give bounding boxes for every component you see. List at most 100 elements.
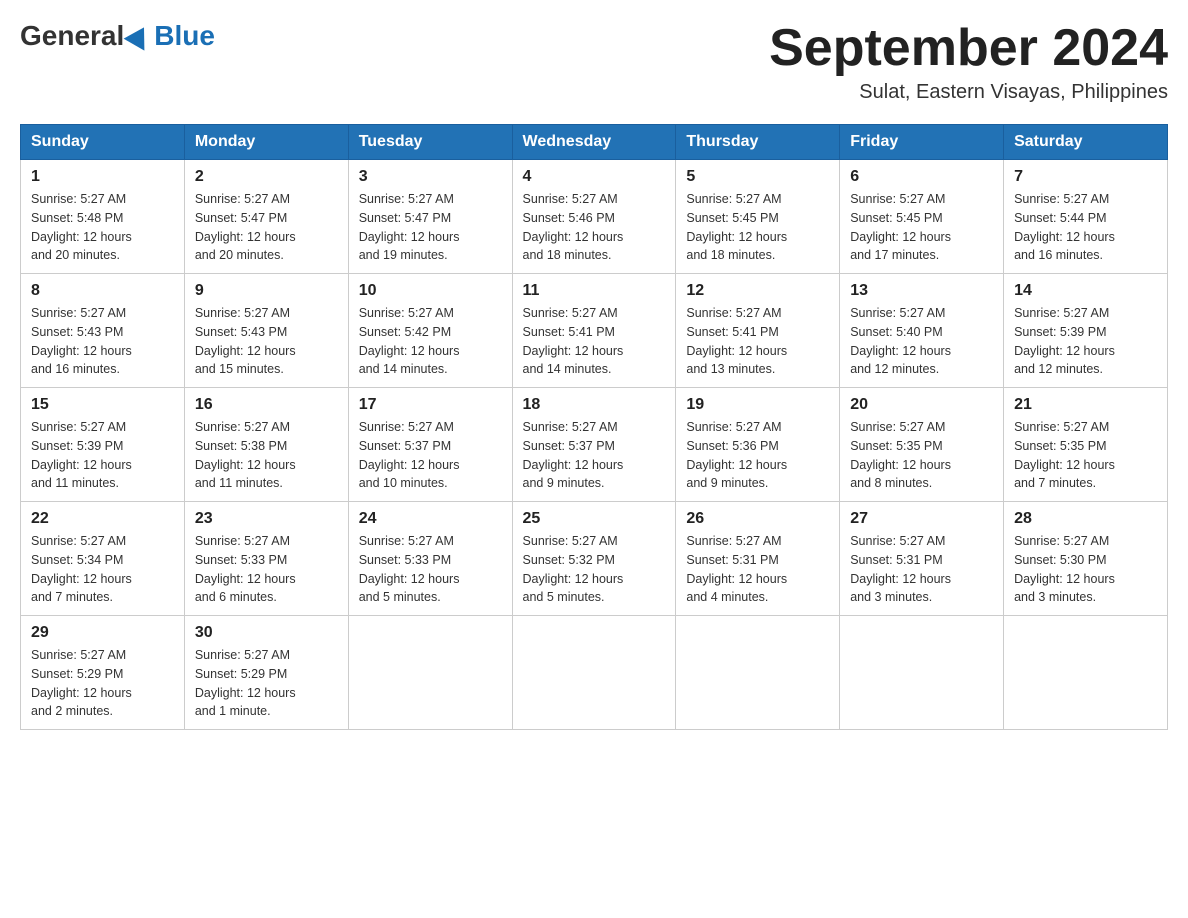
calendar-cell: 18 Sunrise: 5:27 AMSunset: 5:37 PMDayligh… (512, 388, 676, 502)
day-info: Sunrise: 5:27 AMSunset: 5:30 PMDaylight:… (1014, 532, 1157, 607)
calendar-cell: 6Sunrise: 5:27 AMSunset: 5:45 PMDaylight… (840, 160, 1004, 274)
calendar-cell: 22 Sunrise: 5:27 AMSunset: 5:34 PMDayligh… (21, 502, 185, 616)
column-header-sunday: Sunday (21, 125, 185, 160)
calendar-cell: 30 Sunrise: 5:27 AMSunset: 5:29 PMDayligh… (184, 616, 348, 730)
logo: General Blue (20, 20, 215, 52)
day-info: Sunrise: 5:27 AMSunset: 5:33 PMDaylight:… (359, 532, 502, 607)
day-info: Sunrise: 5:27 AMSunset: 5:35 PMDaylight:… (850, 418, 993, 493)
calendar-cell: 10Sunrise: 5:27 AMSunset: 5:42 PMDayligh… (348, 274, 512, 388)
day-number: 26 (686, 510, 829, 528)
calendar-cell (1004, 616, 1168, 730)
day-info: Sunrise: 5:27 AMSunset: 5:45 PMDaylight:… (686, 190, 829, 265)
calendar-cell: 19Sunrise: 5:27 AMSunset: 5:36 PMDayligh… (676, 388, 840, 502)
day-number: 23 (195, 510, 338, 528)
day-info: Sunrise: 5:27 AMSunset: 5:42 PMDaylight:… (359, 304, 502, 379)
calendar-cell (676, 616, 840, 730)
day-number: 30 (195, 624, 338, 642)
logo-blue-text: Blue (154, 20, 215, 52)
day-info: Sunrise: 5:27 AMSunset: 5:29 PMDaylight:… (31, 646, 174, 721)
day-number: 16 (195, 396, 338, 414)
calendar-cell: 26 Sunrise: 5:27 AMSunset: 5:31 PMDayligh… (676, 502, 840, 616)
day-info: Sunrise: 5:27 AMSunset: 5:32 PMDaylight:… (523, 532, 666, 607)
calendar-cell: 11Sunrise: 5:27 AMSunset: 5:41 PMDayligh… (512, 274, 676, 388)
day-number: 18 (523, 396, 666, 414)
calendar-week-row: 15 Sunrise: 5:27 AMSunset: 5:39 PMDayligh… (21, 388, 1168, 502)
day-number: 28 (1014, 510, 1157, 528)
column-header-friday: Friday (840, 125, 1004, 160)
day-info: Sunrise: 5:27 AMSunset: 5:31 PMDaylight:… (686, 532, 829, 607)
day-info: Sunrise: 5:27 AMSunset: 5:41 PMDaylight:… (523, 304, 666, 379)
day-info: Sunrise: 5:27 AMSunset: 5:37 PMDaylight:… (523, 418, 666, 493)
calendar-cell: 14 Sunrise: 5:27 AMSunset: 5:39 PMDayligh… (1004, 274, 1168, 388)
day-info: Sunrise: 5:27 AMSunset: 5:35 PMDaylight:… (1014, 418, 1157, 493)
calendar-cell: 1 Sunrise: 5:27 AMSunset: 5:48 PMDaylight… (21, 160, 185, 274)
day-info: Sunrise: 5:27 AMSunset: 5:45 PMDaylight:… (850, 190, 993, 265)
calendar-cell: 13Sunrise: 5:27 AMSunset: 5:40 PMDayligh… (840, 274, 1004, 388)
calendar-cell: 29 Sunrise: 5:27 AMSunset: 5:29 PMDayligh… (21, 616, 185, 730)
day-number: 24 (359, 510, 502, 528)
calendar-week-row: 29 Sunrise: 5:27 AMSunset: 5:29 PMDayligh… (21, 616, 1168, 730)
day-number: 2 (195, 168, 338, 186)
calendar-cell: 16Sunrise: 5:27 AMSunset: 5:38 PMDayligh… (184, 388, 348, 502)
calendar-cell: 15 Sunrise: 5:27 AMSunset: 5:39 PMDayligh… (21, 388, 185, 502)
column-header-tuesday: Tuesday (348, 125, 512, 160)
calendar-cell: 9 Sunrise: 5:27 AMSunset: 5:43 PMDaylight… (184, 274, 348, 388)
column-header-wednesday: Wednesday (512, 125, 676, 160)
calendar-cell: 24 Sunrise: 5:27 AMSunset: 5:33 PMDayligh… (348, 502, 512, 616)
calendar-cell: 2 Sunrise: 5:27 AMSunset: 5:47 PMDaylight… (184, 160, 348, 274)
calendar-cell: 20 Sunrise: 5:27 AMSunset: 5:35 PMDayligh… (840, 388, 1004, 502)
calendar-cell: 28 Sunrise: 5:27 AMSunset: 5:30 PMDayligh… (1004, 502, 1168, 616)
column-header-saturday: Saturday (1004, 125, 1168, 160)
calendar-cell: 7 Sunrise: 5:27 AMSunset: 5:44 PMDaylight… (1004, 160, 1168, 274)
day-number: 25 (523, 510, 666, 528)
day-number: 1 (31, 168, 174, 186)
calendar-cell: 3Sunrise: 5:27 AMSunset: 5:47 PMDaylight… (348, 160, 512, 274)
title-section: September 2024 Sulat, Eastern Visayas, P… (769, 20, 1168, 104)
day-info: Sunrise: 5:27 AMSunset: 5:39 PMDaylight:… (31, 418, 174, 493)
day-number: 14 (1014, 282, 1157, 300)
day-number: 15 (31, 396, 174, 414)
calendar-week-row: 22 Sunrise: 5:27 AMSunset: 5:34 PMDayligh… (21, 502, 1168, 616)
column-header-monday: Monday (184, 125, 348, 160)
day-info: Sunrise: 5:27 AMSunset: 5:29 PMDaylight:… (195, 646, 338, 721)
day-info: Sunrise: 5:27 AMSunset: 5:48 PMDaylight:… (31, 190, 174, 265)
calendar-cell: 12Sunrise: 5:27 AMSunset: 5:41 PMDayligh… (676, 274, 840, 388)
calendar-week-row: 8 Sunrise: 5:27 AMSunset: 5:43 PMDaylight… (21, 274, 1168, 388)
day-info: Sunrise: 5:27 AMSunset: 5:43 PMDaylight:… (31, 304, 174, 379)
day-info: Sunrise: 5:27 AMSunset: 5:41 PMDaylight:… (686, 304, 829, 379)
logo-general-text: General (20, 20, 124, 52)
day-info: Sunrise: 5:27 AMSunset: 5:34 PMDaylight:… (31, 532, 174, 607)
day-info: Sunrise: 5:27 AMSunset: 5:37 PMDaylight:… (359, 418, 502, 493)
calendar-cell: 17 Sunrise: 5:27 AMSunset: 5:37 PMDayligh… (348, 388, 512, 502)
day-number: 29 (31, 624, 174, 642)
day-info: Sunrise: 5:27 AMSunset: 5:39 PMDaylight:… (1014, 304, 1157, 379)
month-title: September 2024 (769, 20, 1168, 77)
day-number: 7 (1014, 168, 1157, 186)
calendar-cell: 23 Sunrise: 5:27 AMSunset: 5:33 PMDayligh… (184, 502, 348, 616)
day-number: 22 (31, 510, 174, 528)
day-number: 17 (359, 396, 502, 414)
calendar-cell: 27Sunrise: 5:27 AMSunset: 5:31 PMDayligh… (840, 502, 1004, 616)
calendar-week-row: 1 Sunrise: 5:27 AMSunset: 5:48 PMDaylight… (21, 160, 1168, 274)
day-number: 21 (1014, 396, 1157, 414)
day-info: Sunrise: 5:27 AMSunset: 5:43 PMDaylight:… (195, 304, 338, 379)
day-info: Sunrise: 5:27 AMSunset: 5:33 PMDaylight:… (195, 532, 338, 607)
day-info: Sunrise: 5:27 AMSunset: 5:46 PMDaylight:… (523, 190, 666, 265)
calendar-cell: 5Sunrise: 5:27 AMSunset: 5:45 PMDaylight… (676, 160, 840, 274)
calendar-cell: 8 Sunrise: 5:27 AMSunset: 5:43 PMDaylight… (21, 274, 185, 388)
day-number: 8 (31, 282, 174, 300)
day-number: 27 (850, 510, 993, 528)
day-number: 3 (359, 168, 502, 186)
calendar-cell: 4Sunrise: 5:27 AMSunset: 5:46 PMDaylight… (512, 160, 676, 274)
calendar-header-row: SundayMondayTuesdayWednesdayThursdayFrid… (21, 125, 1168, 160)
day-number: 20 (850, 396, 993, 414)
calendar-cell (512, 616, 676, 730)
day-info: Sunrise: 5:27 AMSunset: 5:47 PMDaylight:… (195, 190, 338, 265)
day-info: Sunrise: 5:27 AMSunset: 5:36 PMDaylight:… (686, 418, 829, 493)
day-info: Sunrise: 5:27 AMSunset: 5:44 PMDaylight:… (1014, 190, 1157, 265)
calendar-table: SundayMondayTuesdayWednesdayThursdayFrid… (20, 124, 1168, 730)
page-header: General Blue September 2024 Sulat, Easte… (20, 20, 1168, 104)
calendar-cell: 25 Sunrise: 5:27 AMSunset: 5:32 PMDayligh… (512, 502, 676, 616)
calendar-cell (348, 616, 512, 730)
day-number: 9 (195, 282, 338, 300)
